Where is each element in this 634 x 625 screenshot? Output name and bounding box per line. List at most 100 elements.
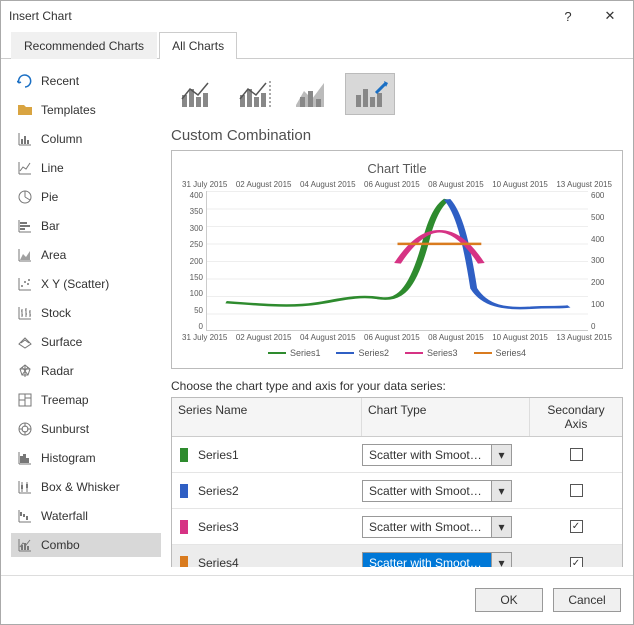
help-button[interactable]: ? <box>553 6 583 26</box>
sidebar-item-box-whisker[interactable]: Box & Whisker <box>11 475 161 499</box>
chart-legend: Series1 Series2 Series3 Series4 <box>182 348 612 358</box>
series-name: Series4 <box>198 556 239 567</box>
chart-type-dropdown[interactable]: Scatter with Smooth ...▾ <box>362 480 512 502</box>
sidebar-item-line[interactable]: Line <box>11 156 161 180</box>
series-swatch <box>180 484 188 498</box>
sidebar-item-templates[interactable]: Templates <box>11 98 161 122</box>
chart-type-dropdown[interactable]: Scatter with Smooth ...▾ <box>362 444 512 466</box>
sidebar-item-recent[interactable]: Recent <box>11 69 161 93</box>
series-row[interactable]: Series2 Scatter with Smooth ...▾ <box>172 473 622 509</box>
sidebar-item-column[interactable]: Column <box>11 127 161 151</box>
secondary-axis-checkbox[interactable] <box>570 484 583 497</box>
sidebar-item-label: Pie <box>41 190 58 204</box>
series-name: Series2 <box>198 484 239 498</box>
series-name: Series1 <box>198 448 239 462</box>
tab-recommended-charts[interactable]: Recommended Charts <box>11 32 157 59</box>
sidebar-item-label: Line <box>41 161 64 175</box>
scatter-icon <box>17 276 33 292</box>
sidebar-item-label: Treemap <box>41 393 89 407</box>
chart-category-sidebar: Recent Templates Column Line Pie Bar Are… <box>11 69 161 567</box>
column-icon <box>17 131 33 147</box>
secondary-y-axis: 6005004003002001000 <box>588 191 612 331</box>
legend-swatch <box>405 352 423 354</box>
recent-icon <box>17 73 33 89</box>
sidebar-item-label: Histogram <box>41 451 96 465</box>
tab-all-charts[interactable]: All Charts <box>159 32 237 59</box>
top-axis-labels: 31 July 201502 August 201504 August 2015… <box>182 180 612 189</box>
stock-icon <box>17 305 33 321</box>
waterfall-icon <box>17 508 33 524</box>
area-icon <box>17 247 33 263</box>
box-whisker-icon <box>17 479 33 495</box>
legend-swatch <box>474 352 492 354</box>
bottom-axis-labels: 31 July 201502 August 201504 August 2015… <box>182 333 612 342</box>
combo-subtype-1[interactable] <box>171 73 221 115</box>
chevron-down-icon[interactable]: ▾ <box>491 553 511 567</box>
sidebar-item-label: Radar <box>41 364 74 378</box>
sidebar-item-stock[interactable]: Stock <box>11 301 161 325</box>
primary-y-axis: 400350300250200150100500 <box>182 191 206 331</box>
series-row[interactable]: Series4 Scatter with Smooth ...▾ ✓ <box>172 545 622 567</box>
sidebar-item-combo[interactable]: Combo <box>11 533 161 557</box>
section-title: Custom Combination <box>171 127 623 144</box>
plot: 400350300250200150100500 600500400300200… <box>182 191 612 331</box>
series-name: Series3 <box>198 520 239 534</box>
secondary-axis-checkbox[interactable]: ✓ <box>570 520 583 533</box>
chevron-down-icon[interactable]: ▾ <box>491 481 511 501</box>
sidebar-item-area[interactable]: Area <box>11 243 161 267</box>
series-swatch <box>180 520 188 534</box>
series-grid: Series Name Chart Type Secondary Axis Se… <box>171 397 623 567</box>
sidebar-item-label: Waterfall <box>41 509 88 523</box>
bar-icon <box>17 218 33 234</box>
sidebar-item-surface[interactable]: Surface <box>11 330 161 354</box>
combo-subtype-custom[interactable] <box>345 73 395 115</box>
chart-type-dropdown[interactable]: Scatter with Smooth ...▾ <box>362 516 512 538</box>
cancel-button[interactable]: Cancel <box>553 588 621 612</box>
legend-swatch <box>268 352 286 354</box>
sidebar-item-bar[interactable]: Bar <box>11 214 161 238</box>
sidebar-item-label: Box & Whisker <box>41 480 120 494</box>
col-secondary-axis: Secondary Axis <box>530 398 622 436</box>
legend-item: Series2 <box>336 348 389 358</box>
series-row[interactable]: Series1 Scatter with Smooth ...▾ <box>172 437 622 473</box>
dialog-footer: OK Cancel <box>1 575 633 624</box>
combo-subtype-3[interactable] <box>287 73 337 115</box>
secondary-axis-checkbox[interactable] <box>570 448 583 461</box>
series-swatch <box>180 448 188 462</box>
sidebar-item-label: Surface <box>41 335 82 349</box>
combo-subtype-2[interactable] <box>229 73 279 115</box>
sidebar-item-label: Recent <box>41 74 79 88</box>
series-row[interactable]: Series3 Scatter with Smooth ...▾ ✓ <box>172 509 622 545</box>
close-button[interactable]: ✕ <box>595 6 625 26</box>
sidebar-item-sunburst[interactable]: Sunburst <box>11 417 161 441</box>
radar-icon <box>17 363 33 379</box>
templates-icon <box>17 102 33 118</box>
chevron-down-icon[interactable]: ▾ <box>491 445 511 465</box>
instruction-text: Choose the chart type and axis for your … <box>171 379 623 393</box>
histogram-icon <box>17 450 33 466</box>
sidebar-item-scatter[interactable]: X Y (Scatter) <box>11 272 161 296</box>
chart-type-dropdown[interactable]: Scatter with Smooth ...▾ <box>362 552 512 567</box>
sidebar-item-waterfall[interactable]: Waterfall <box>11 504 161 528</box>
surface-icon <box>17 334 33 350</box>
sidebar-item-histogram[interactable]: Histogram <box>11 446 161 470</box>
sidebar-item-label: Sunburst <box>41 422 89 436</box>
legend-item: Series3 <box>405 348 458 358</box>
ok-button[interactable]: OK <box>475 588 543 612</box>
sidebar-item-pie[interactable]: Pie <box>11 185 161 209</box>
combo-icon <box>17 537 33 553</box>
sidebar-item-treemap[interactable]: Treemap <box>11 388 161 412</box>
legend-item: Series4 <box>474 348 527 358</box>
col-chart-type: Chart Type <box>362 398 530 436</box>
chevron-down-icon[interactable]: ▾ <box>491 517 511 537</box>
pie-icon <box>17 189 33 205</box>
legend-swatch <box>336 352 354 354</box>
secondary-axis-checkbox[interactable]: ✓ <box>570 557 583 568</box>
col-series-name: Series Name <box>172 398 362 436</box>
sunburst-icon <box>17 421 33 437</box>
dialog-title: Insert Chart <box>9 9 72 23</box>
window-controls: ? ✕ <box>553 6 625 26</box>
tab-bar: Recommended Charts All Charts <box>1 31 633 59</box>
sidebar-item-radar[interactable]: Radar <box>11 359 161 383</box>
dialog-body: Recent Templates Column Line Pie Bar Are… <box>1 59 633 567</box>
